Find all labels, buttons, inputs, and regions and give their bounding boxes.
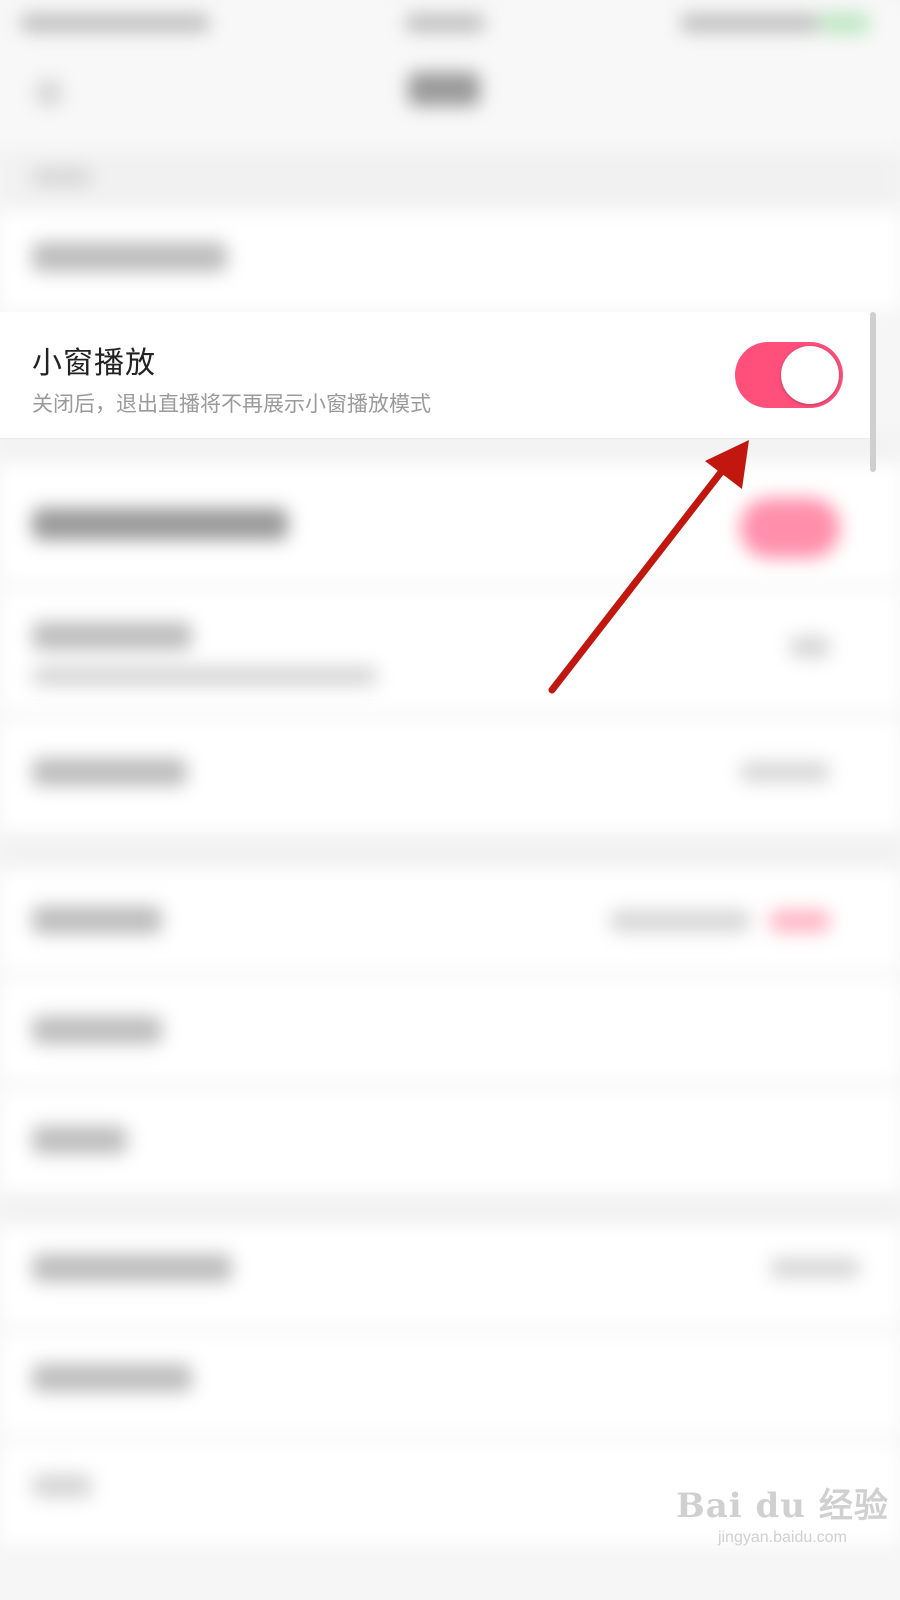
battery-icon [820,12,870,34]
row-6-title [32,906,162,934]
row-6-value [610,910,750,932]
row-1-title [32,242,227,272]
row-7-title [32,1016,162,1044]
setting-title: 小窗播放 [32,346,156,381]
row-4-desc [32,666,377,686]
row-8-title [32,1126,127,1154]
row-10-title [32,1364,192,1392]
back-icon [36,80,62,106]
row-4-title [32,622,192,650]
page-title [408,72,480,106]
row-6-badge [770,910,830,932]
setting-description: 关闭后，退出直播将不再展示小窗播放模式 [32,392,431,416]
status-bar-left [20,14,210,32]
section-header [0,150,900,210]
row-5-title [32,758,187,786]
row-4 [0,590,900,710]
divider-band-3 [0,1200,900,1224]
row-4-value [790,636,830,658]
blurred-background [0,0,900,1600]
watermark-url: jingyan.baidu.com [717,1529,847,1546]
row-8 [0,1090,900,1190]
divider-band-2 [0,840,900,866]
toggle-knob [781,346,839,404]
row-5-value [740,762,830,782]
row-3-title [32,508,288,540]
section-label [32,168,92,186]
row-9-title [32,1254,232,1282]
row-9-value [770,1258,860,1278]
watermark-brand: Bai du 经验 [676,1486,889,1526]
baidu-jingyan-watermark: Bai du 经验 jingyan.baidu.com [676,1478,889,1547]
status-bar-time [405,14,485,32]
status-bar-right [680,14,820,32]
divider-band [0,438,900,462]
scrollbar[interactable] [870,312,876,472]
row-11-title [32,1474,92,1498]
small-window-toggle[interactable] [735,342,843,408]
row-3-toggle [740,498,840,558]
